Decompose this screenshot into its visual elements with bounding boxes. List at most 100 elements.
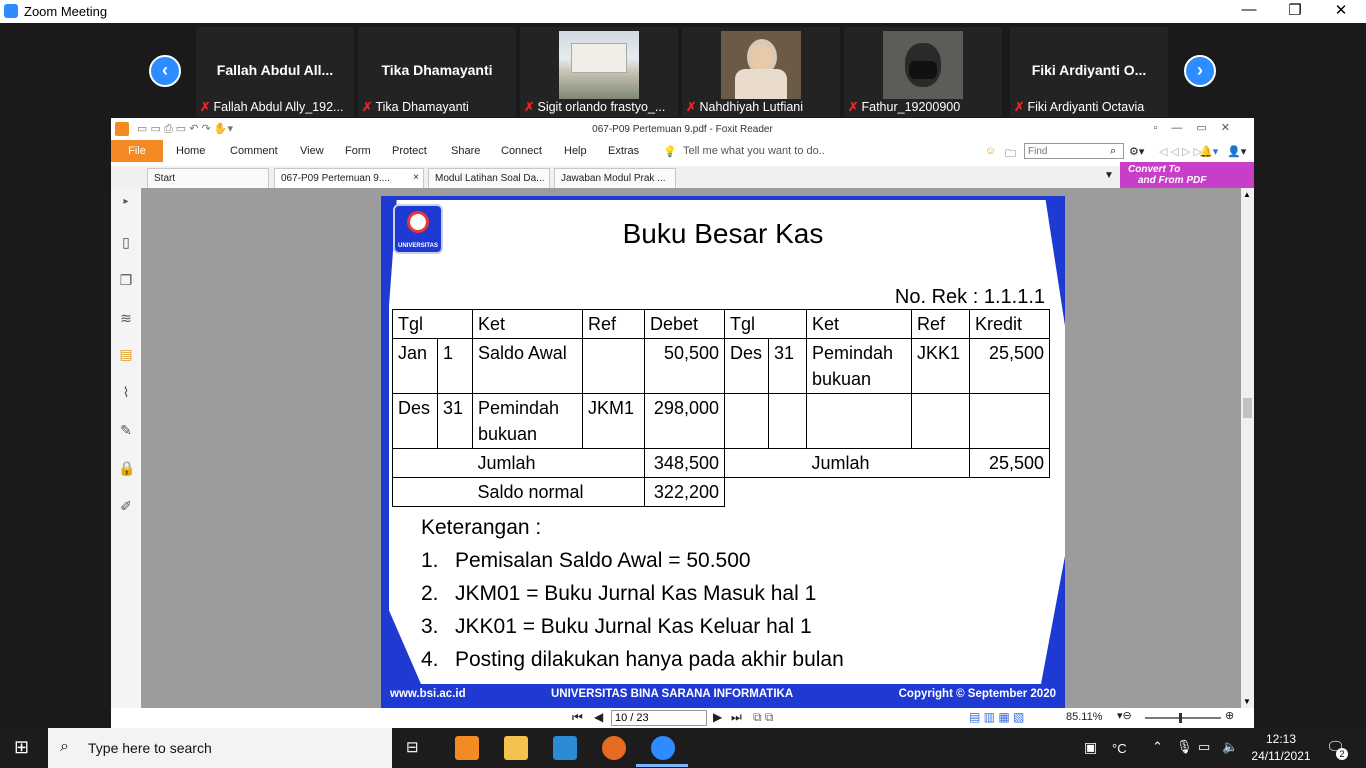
taskbar-search[interactable]: ⌕ Type here to search xyxy=(48,728,392,768)
previous-page-icon[interactable]: ◀ xyxy=(594,710,603,724)
find-input[interactable] xyxy=(1024,143,1124,159)
tab-start[interactable]: Start xyxy=(147,168,269,188)
tab-modul-latihan[interactable]: Modul Latihan Soal Da... xyxy=(428,168,550,188)
table-row: Des 31 Pemindah bukuan JKM1 298,000 xyxy=(392,393,1050,449)
review-icon[interactable]: ✐ xyxy=(118,498,134,514)
cell xyxy=(724,448,807,478)
microphone-icon[interactable]: 🎙 xyxy=(1176,739,1193,755)
menu-view[interactable]: View xyxy=(300,145,324,157)
taskbar: ⊞ ⌕ Type here to search ⊟ ▣ °C ⌃ 🎙 ▭ 🔈 1… xyxy=(0,728,1366,768)
zoom-slider-handle[interactable] xyxy=(1179,713,1182,723)
table-row: Jan 1 Saldo Awal 50,500 Des 31 Pemindah … xyxy=(392,338,1050,394)
previous-page-button[interactable]: ‹ xyxy=(149,55,181,87)
page-number-field[interactable] xyxy=(611,710,707,726)
tab-jawaban-modul[interactable]: Jawaban Modul Prak ... xyxy=(554,168,676,188)
menu-help[interactable]: Help xyxy=(564,145,587,157)
attachment-icon[interactable]: ⌇ xyxy=(118,384,134,400)
menu-connect[interactable]: Connect xyxy=(501,145,542,157)
cell xyxy=(724,393,769,449)
navigation-arrows[interactable]: ◁ ◁ ▷ ▷ xyxy=(1159,145,1202,158)
zoom-out-icon[interactable]: ▾⊖ xyxy=(1117,709,1132,722)
cell: Des xyxy=(724,338,769,394)
windows-start-icon[interactable]: ⊞ xyxy=(14,737,29,758)
bell-icon[interactable]: 🔔▾ xyxy=(1199,145,1218,158)
cell: Saldo Awal xyxy=(472,338,583,394)
last-page-icon[interactable]: ⏭ xyxy=(731,710,742,725)
folder-search-icon[interactable]: 🗀 xyxy=(1005,145,1016,164)
zoom-level[interactable]: 85.11% xyxy=(1066,711,1103,723)
participant-tile[interactable]: ✗ Sigit orlando frastyo_... xyxy=(520,27,678,117)
tab-current-document[interactable]: 067-P09 Pertemuan 9.... × xyxy=(274,168,424,188)
file-explorer-icon[interactable] xyxy=(504,736,528,760)
ledger-table: Tgl Ket Ref Debet Tgl Ket Ref Kredit Jan… xyxy=(392,309,1050,507)
lightbulb-icon: 💡 xyxy=(663,146,677,158)
file-menu[interactable]: File xyxy=(111,140,163,162)
menu-share[interactable]: Share xyxy=(451,145,480,157)
expand-panel-icon[interactable]: ▸ xyxy=(118,194,134,210)
task-view-icon[interactable]: ⊟ xyxy=(406,738,419,756)
cell: 31 xyxy=(768,338,807,394)
scroll-thumb[interactable] xyxy=(1243,398,1252,418)
slide-title: Buku Besar Kas xyxy=(622,218,824,249)
smile-icon[interactable]: ☺ xyxy=(985,145,996,157)
participant-name: Fallah Abdul All... xyxy=(216,62,334,78)
cell xyxy=(582,338,645,394)
list-item: 4. Posting dilakukan hanya pada akhir bul… xyxy=(421,648,844,671)
next-page-button[interactable]: › xyxy=(1184,55,1216,87)
tab-list-dropdown[interactable]: ▼ xyxy=(1104,170,1114,181)
foxit-taskbar-icon[interactable] xyxy=(455,736,479,760)
clock[interactable]: 12:13 24/11/2021 xyxy=(1251,732,1310,763)
signature-icon[interactable]: ✎ xyxy=(118,422,134,438)
zoom-slider[interactable] xyxy=(1145,713,1221,723)
gear-icon[interactable]: ⚙▾ xyxy=(1129,145,1144,158)
close-button[interactable]: ✕ xyxy=(1326,1,1356,19)
menu-form[interactable]: Form xyxy=(345,145,371,157)
scroll-down-icon[interactable]: ▼ xyxy=(1243,697,1251,706)
document-viewport[interactable]: UNIVERSITAS Buku Besar Kas No. Rek : 1.1… xyxy=(141,188,1241,708)
volume-icon[interactable]: 🔈 xyxy=(1222,739,1238,755)
zoom-titlebar: Zoom Meeting — ❐ ✕ xyxy=(0,0,1366,23)
window-controls[interactable]: ▫—▭✕ xyxy=(1153,121,1244,134)
participant-tile[interactable]: ✗ Nahdhiyah Lutfiani xyxy=(682,27,840,117)
menu-comment[interactable]: Comment xyxy=(230,145,278,157)
bookmark-icon[interactable]: ▯ xyxy=(118,234,134,250)
close-tab-icon[interactable]: × xyxy=(413,172,419,183)
participant-label: Tika Dhamayanti xyxy=(375,100,469,114)
lock-icon[interactable]: 🔒 xyxy=(118,460,135,476)
vscode-icon[interactable] xyxy=(553,736,577,760)
weather-icon[interactable]: ▣ xyxy=(1084,739,1097,756)
header-kredit: Kredit xyxy=(969,309,1050,339)
zoom-in-icon[interactable]: ⊕ xyxy=(1225,709,1234,722)
minimize-button[interactable]: — xyxy=(1234,1,1264,18)
active-app-indicator xyxy=(636,764,688,767)
tell-me-box[interactable]: Tell me what you want to do.. xyxy=(683,145,825,157)
next-page-icon[interactable]: ▶ xyxy=(713,710,722,724)
empty-cell xyxy=(725,478,1050,507)
restore-button[interactable]: ❐ xyxy=(1280,1,1310,19)
participant-label: Sigit orlando frastyo_... xyxy=(537,100,666,114)
participant-tile[interactable]: Tika Dhamayanti ✗ Tika Dhamayanti xyxy=(358,27,516,117)
firefox-icon[interactable] xyxy=(602,736,626,760)
mic-muted-icon: ✗ xyxy=(200,100,211,114)
user-icon[interactable]: 👤▾ xyxy=(1227,145,1246,158)
menu-protect[interactable]: Protect xyxy=(392,145,427,157)
tray-chevron-icon[interactable]: ⌃ xyxy=(1152,739,1163,755)
menu-extras[interactable]: Extras xyxy=(608,145,639,157)
search-icon[interactable]: ⌕ xyxy=(1110,145,1116,158)
menu-home[interactable]: Home xyxy=(176,145,205,157)
first-page-icon[interactable]: ⏮ xyxy=(572,710,583,725)
vertical-scrollbar[interactable]: ▲ ▼ xyxy=(1241,188,1254,708)
page-layout-icons[interactable]: ▤ ▥ ▦ ▧ xyxy=(969,710,1024,724)
comments-icon[interactable]: ▤ xyxy=(118,346,134,362)
pages-icon[interactable]: ❐ xyxy=(118,272,134,288)
zoom-taskbar-icon[interactable] xyxy=(651,736,675,760)
participant-tile[interactable]: Fallah Abdul All... ✗ Fallah Abdul Ally_1… xyxy=(196,27,354,117)
participant-tile[interactable]: Fiki Ardiyanti O... ✗ Fiki Ardiyanti Octa… xyxy=(1010,27,1168,117)
participant-tile[interactable]: ✗ Fathur_19200900 xyxy=(844,27,1002,117)
network-icon[interactable]: ▭ xyxy=(1198,739,1210,755)
layers-icon[interactable]: ≋ xyxy=(118,310,134,326)
view-mode-icons[interactable]: ⧉ ⧉ xyxy=(753,710,773,725)
scroll-up-icon[interactable]: ▲ xyxy=(1243,190,1251,199)
header-ref: Ref xyxy=(582,309,645,339)
convert-pdf-button[interactable]: Convert To and From PDF xyxy=(1120,162,1254,188)
